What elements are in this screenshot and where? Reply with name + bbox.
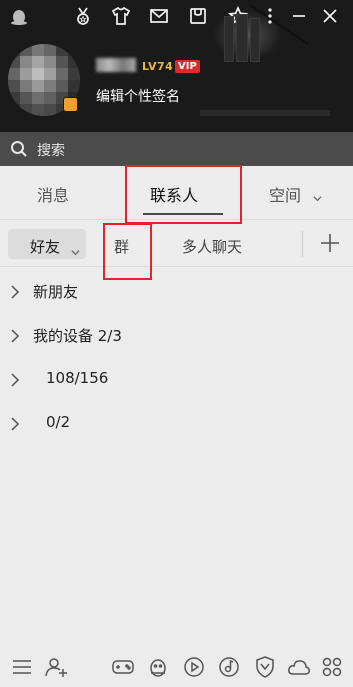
apps-icon[interactable] [320,655,344,679]
qq-penguin-icon[interactable] [8,5,30,27]
online-status-badge [63,97,78,112]
wallet-icon[interactable] [187,5,209,27]
shelf-decoration [200,110,330,116]
list-item[interactable]: 我的设备 2/3 [0,314,353,358]
menu-icon[interactable] [10,655,34,679]
level-badge[interactable]: LV74 [142,60,173,73]
add-icon[interactable] [319,232,341,254]
music-icon[interactable] [217,655,241,679]
chevron-right-icon [10,416,20,431]
contact-subtabs: 好友 群 多人聊天 [0,221,353,267]
vip-badge[interactable]: VIP [175,60,200,73]
search-placeholder: 搜索 [37,143,65,159]
top-toolbar [0,0,353,32]
nickname-blurred[interactable] [96,58,136,72]
contacts-tab-highlight [125,165,242,224]
video-icon[interactable] [182,655,206,679]
tab-messages[interactable]: 消息 [37,182,69,206]
chevron-down-icon [313,188,322,202]
group-label: 108/156 [46,369,109,387]
game-icon[interactable] [111,655,135,679]
more-icon[interactable] [259,5,281,27]
minimize-icon[interactable] [288,5,310,27]
list-item[interactable]: 新朋友 [0,270,353,314]
shirt-icon[interactable] [110,5,132,27]
tab-space[interactable]: 空间 [269,182,301,206]
list-item[interactable]: 108/156 [0,358,353,402]
group-label: 新朋友 [33,283,79,301]
subtab-friends[interactable]: 好友 [30,236,60,257]
shield-icon[interactable] [253,655,277,679]
chevron-right-icon [10,328,20,343]
bottom-toolbar [0,647,353,687]
close-icon[interactable] [319,5,341,27]
cloud-icon[interactable] [287,655,311,679]
group-label: 0/2 [46,413,71,431]
penguin-pet-icon[interactable] [146,655,170,679]
divider [302,231,303,257]
chevron-down-icon [71,242,80,256]
list-item[interactable]: 0/2 [0,402,353,446]
chevron-right-icon [10,284,20,299]
mail-icon[interactable] [148,5,170,27]
add-contact-icon[interactable] [44,655,68,679]
group-label: 我的设备 2/3 [33,327,122,345]
subtab-multi-chat[interactable]: 多人聊天 [182,236,242,257]
signature-text[interactable]: 编辑个性签名 [96,86,180,106]
profile-header: LV74 VIP 编辑个性签名 [0,0,353,132]
search-icon [10,140,28,158]
chevron-right-icon [10,372,20,387]
search-bar[interactable]: 搜索 [0,132,353,166]
medal-icon[interactable] [72,5,94,27]
